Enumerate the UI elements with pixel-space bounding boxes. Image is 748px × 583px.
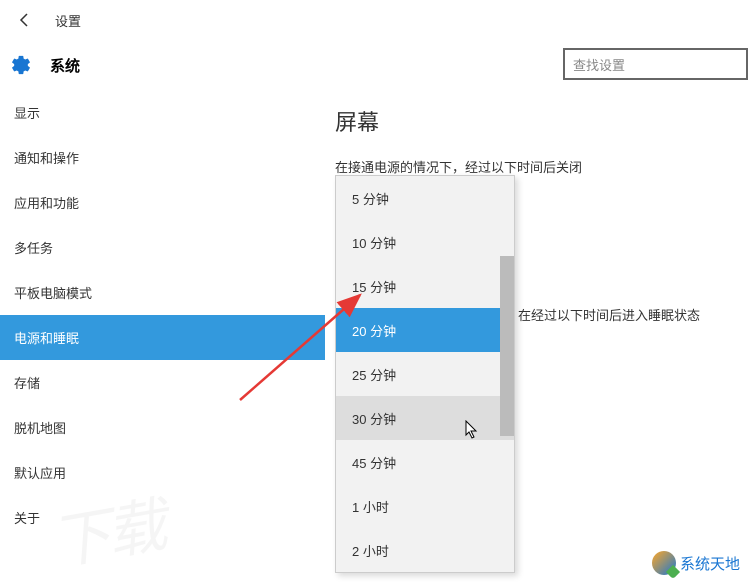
window-header: 设置 (0, 0, 748, 40)
sidebar: 显示 通知和操作 应用和功能 多任务 平板电脑模式 电源和睡眠 存储 脱机地图 … (0, 90, 325, 583)
dropdown-option-15min[interactable]: 15 分钟 (336, 264, 514, 308)
sidebar-item-storage[interactable]: 存储 (0, 360, 325, 405)
sidebar-item-power-sleep[interactable]: 电源和睡眠 (0, 315, 325, 360)
sidebar-item-offline-maps[interactable]: 脱机地图 (0, 405, 325, 450)
arrow-left-icon (17, 12, 33, 28)
watermark-logo-icon (652, 551, 676, 575)
screen-off-label: 在接通电源的情况下，经过以下时间后关闭 (335, 157, 748, 176)
sidebar-item-about[interactable]: 关于 (0, 495, 325, 540)
sidebar-item-display[interactable]: 显示 (0, 90, 325, 135)
dropdown-option-20min[interactable]: 20 分钟 (336, 308, 514, 352)
page-title: 屏幕 (335, 105, 748, 137)
sidebar-item-apps[interactable]: 应用和功能 (0, 180, 325, 225)
timeout-dropdown: 5 分钟 10 分钟 15 分钟 20 分钟 25 分钟 30 分钟 45 分钟… (335, 175, 515, 573)
category-title: 系统 (50, 55, 80, 76)
scrollbar-thumb[interactable] (500, 256, 514, 436)
sidebar-item-multitasking[interactable]: 多任务 (0, 225, 325, 270)
dropdown-option-30min[interactable]: 30 分钟 (336, 396, 514, 440)
dropdown-scrollbar[interactable] (500, 176, 514, 572)
sidebar-item-notifications[interactable]: 通知和操作 (0, 135, 325, 180)
dropdown-option-45min[interactable]: 45 分钟 (336, 440, 514, 484)
sidebar-item-tablet[interactable]: 平板电脑模式 (0, 270, 325, 315)
dropdown-option-25min[interactable]: 25 分钟 (336, 352, 514, 396)
dropdown-option-2hr[interactable]: 2 小时 (336, 528, 514, 572)
sidebar-item-default-apps[interactable]: 默认应用 (0, 450, 325, 495)
dropdown-option-10min[interactable]: 10 分钟 (336, 220, 514, 264)
search-placeholder: 查找设置 (573, 55, 625, 74)
search-input[interactable]: 查找设置 (563, 48, 748, 80)
dropdown-option-1hr[interactable]: 1 小时 (336, 484, 514, 528)
content-area: 显示 通知和操作 应用和功能 多任务 平板电脑模式 电源和睡眠 存储 脱机地图 … (0, 90, 748, 583)
back-button[interactable] (10, 5, 40, 35)
watermark: 系统天地 (652, 551, 740, 575)
sleep-label: 在经过以下时间后进入睡眠状态 (518, 305, 700, 324)
gear-icon (10, 54, 32, 76)
dropdown-option-5min[interactable]: 5 分钟 (336, 176, 514, 220)
subheader: 系统 查找设置 (0, 40, 748, 90)
main-panel: 屏幕 在接通电源的情况下，经过以下时间后关闭 15 分钟 在经过以下时间后进入睡… (325, 90, 748, 583)
watermark-text: 系统天地 (680, 553, 740, 574)
header-title: 设置 (55, 11, 81, 30)
